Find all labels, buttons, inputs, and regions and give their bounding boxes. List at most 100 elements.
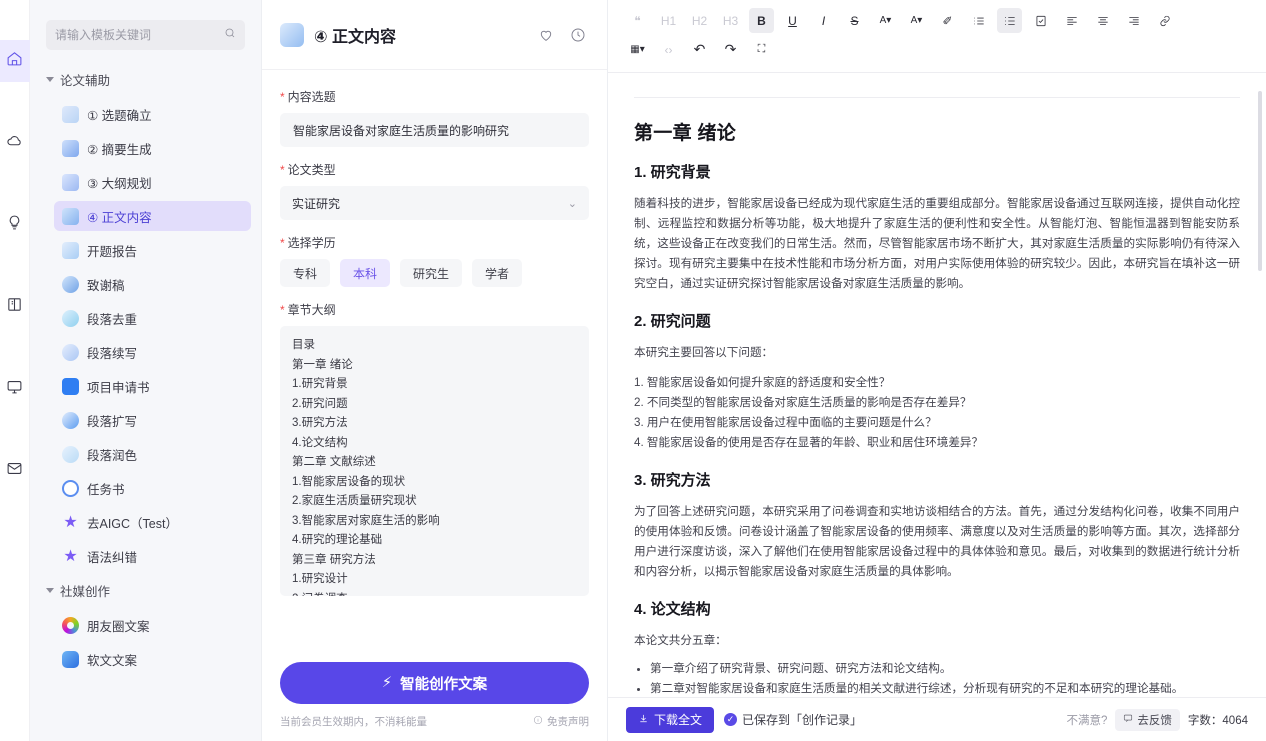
document-scroll-area[interactable]: 第一章 绪论 1. 研究背景 随着科技的进步，智能家居设备已经成为现代家庭生活的… xyxy=(608,73,1266,697)
field-topic: * 内容选题 智能家居设备对家庭生活质量的影响研究 xyxy=(280,88,589,147)
sidebar-item-label: ① 选题确立 xyxy=(87,108,152,123)
section-paragraph: 本论文共分五章： xyxy=(634,634,727,647)
align-left-icon[interactable] xyxy=(1059,8,1084,33)
membership-note: 当前会员生效期内，不消耗能量 xyxy=(280,716,427,728)
sidebar-item-proposal-report[interactable]: 开题报告 xyxy=(54,235,251,265)
feedback-button[interactable]: 去反馈 xyxy=(1115,708,1180,731)
clock-icon[interactable] xyxy=(567,24,589,46)
degree-chip-college[interactable]: 专科 xyxy=(280,259,331,287)
sidebar-item-grammar-correction[interactable]: 语法纠错 xyxy=(54,541,251,571)
required-marker: * xyxy=(280,302,285,317)
field-degree: * 选择学历 专科 本科 研究生 学者 xyxy=(280,234,589,287)
rail-item-home[interactable] xyxy=(0,40,30,82)
generate-button[interactable]: ⚡ 智能创作文案 xyxy=(280,662,589,704)
sidebar-item-continue-writing[interactable]: 段落续写 xyxy=(54,337,251,367)
template-icon xyxy=(62,139,79,157)
heart-icon[interactable] xyxy=(535,24,557,46)
rail-item-inspiration[interactable] xyxy=(0,204,30,246)
template-icon xyxy=(62,309,79,327)
sidebar-item-outline[interactable]: ③ 大纲规划 xyxy=(54,167,251,197)
quote-icon[interactable]: ❝ xyxy=(625,8,650,33)
list-item: 第二章对智能家居设备和家庭生活质量的相关文献进行综述，分析现有研究的不足和本研究… xyxy=(650,679,1240,697)
bold-icon[interactable]: B xyxy=(749,8,774,33)
sidebar-item-polish-paragraph[interactable]: 段落润色 xyxy=(54,439,251,469)
bullet-list-icon[interactable] xyxy=(966,8,991,33)
template-icon xyxy=(62,173,79,191)
table-icon[interactable]: ▦▾ xyxy=(625,37,650,62)
sidebar-item-body-content[interactable]: ④ 正文内容 xyxy=(54,201,251,231)
nav-group-label: 社媒创作 xyxy=(60,585,111,599)
undo-icon[interactable]: ↶ xyxy=(687,37,712,62)
sidebar-item-soft-article[interactable]: 软文文案 xyxy=(54,644,251,674)
download-button[interactable]: 下载全文 xyxy=(626,706,715,733)
sparkle-icon: ⚡ xyxy=(381,675,393,691)
sidebar-item-moments-copy[interactable]: 朋友圈文案 xyxy=(54,610,251,640)
section-paragraph: 随着科技的进步，智能家居设备已经成为现代家庭生活的重要组成部分。智能家居设备通过… xyxy=(634,197,1240,290)
code-icon[interactable]: ‹› xyxy=(656,37,681,62)
unsatisfied-label: 不满意? xyxy=(1066,714,1108,727)
rail-item-library[interactable] xyxy=(0,286,30,328)
strikethrough-icon[interactable]: S xyxy=(842,8,867,33)
sidebar-item-remove-aigc[interactable]: 去AIGC（Test） xyxy=(54,507,251,537)
chapter-title: 第一章 绪论 xyxy=(634,123,737,144)
heading-2-icon[interactable]: H2 xyxy=(687,8,712,33)
sidebar-item-label: 开题报告 xyxy=(87,244,138,259)
sidebar-item-abstract[interactable]: ② 摘要生成 xyxy=(54,133,251,163)
ordered-list-icon[interactable] xyxy=(997,8,1022,33)
degree-chip-graduate[interactable]: 研究生 xyxy=(400,259,463,287)
field-label-paper-type: * 论文类型 xyxy=(280,161,589,178)
sidebar-item-deduplicate[interactable]: 段落去重 xyxy=(54,303,251,333)
sidebar-item-label: 项目申请书 xyxy=(87,380,150,395)
sidebar-nav: 论文辅助 ① 选题确立 ② 摘要生成 ③ 大纲规划 ④ 正文内容 开题报告 致谢… xyxy=(30,50,261,741)
section-heading-3: 3. 研究方法 xyxy=(634,472,711,489)
template-icon xyxy=(62,377,79,395)
section-heading-2: 2. 研究问题 xyxy=(634,313,711,330)
form-footer: ⚡ 智能创作文案 当前会员生效期内，不消耗能量 免责声明 xyxy=(262,662,607,741)
template-sidebar: 论文辅助 ① 选题确立 ② 摘要生成 ③ 大纲规划 ④ 正文内容 开题报告 xyxy=(30,0,262,741)
sidebar-item-label: 段落续写 xyxy=(87,346,138,361)
chevron-down-icon: ⌄ xyxy=(567,197,577,210)
highlight-color-icon[interactable]: A▾ xyxy=(904,8,929,33)
section-paragraph: 本研究主要回答以下问题： xyxy=(634,346,774,359)
field-label-degree: * 选择学历 xyxy=(280,234,589,251)
search-box[interactable] xyxy=(46,20,245,50)
document-body[interactable]: 第一章 绪论 1. 研究背景 随着科技的进步，智能家居设备已经成为现代家庭生活的… xyxy=(634,73,1240,697)
sidebar-item-expand-paragraph[interactable]: 段落扩写 xyxy=(54,405,251,435)
degree-chip-scholar[interactable]: 学者 xyxy=(472,259,523,287)
vertical-scrollbar[interactable] xyxy=(1258,91,1262,271)
rail-item-mail[interactable] xyxy=(0,450,30,492)
degree-chip-bachelor[interactable]: 本科 xyxy=(340,259,391,287)
template-icon xyxy=(62,343,79,361)
clear-format-icon[interactable]: ✐ xyxy=(935,8,960,33)
fullscreen-icon[interactable]: ⛶ xyxy=(749,37,774,62)
sidebar-item-acknowledgement[interactable]: 致谢稿 xyxy=(54,269,251,299)
form-footnote: 当前会员生效期内，不消耗能量 免责声明 xyxy=(280,714,589,729)
rail-item-cloud[interactable] xyxy=(0,122,30,164)
search-input[interactable] xyxy=(55,28,224,42)
task-list-icon[interactable] xyxy=(1028,8,1053,33)
required-marker: * xyxy=(280,235,285,250)
align-right-icon[interactable] xyxy=(1121,8,1146,33)
search-icon[interactable] xyxy=(224,26,236,44)
paper-type-select[interactable]: 实证研究 ⌄ xyxy=(280,186,589,220)
template-icon xyxy=(62,650,79,668)
icon-rail xyxy=(0,0,30,741)
sidebar-item-topic-selection[interactable]: ① 选题确立 xyxy=(54,99,251,129)
topic-input[interactable]: 智能家居设备对家庭生活质量的影响研究 xyxy=(280,113,589,147)
underline-icon[interactable]: U xyxy=(780,8,805,33)
nav-group-header-paper[interactable]: 论文辅助 xyxy=(40,64,251,95)
nav-group-header-social[interactable]: 社媒创作 xyxy=(40,575,251,606)
disclaimer-link[interactable]: 免责声明 xyxy=(533,714,589,729)
outline-textarea[interactable]: 目录 第一章 绪论 1.研究背景 2.研究问题 3.研究方法 4.论文结构 第二… xyxy=(280,326,589,596)
template-icon xyxy=(62,411,79,429)
sidebar-item-task-book[interactable]: 任务书 xyxy=(54,473,251,503)
heading-1-icon[interactable]: H1 xyxy=(656,8,681,33)
redo-icon[interactable]: ↷ xyxy=(718,37,743,62)
align-center-icon[interactable] xyxy=(1090,8,1115,33)
heading-3-icon[interactable]: H3 xyxy=(718,8,743,33)
rail-item-chat[interactable] xyxy=(0,368,30,410)
link-icon[interactable] xyxy=(1152,8,1177,33)
italic-icon[interactable]: I xyxy=(811,8,836,33)
text-color-icon[interactable]: A▾ xyxy=(873,8,898,33)
sidebar-item-project-application[interactable]: 项目申请书 xyxy=(54,371,251,401)
